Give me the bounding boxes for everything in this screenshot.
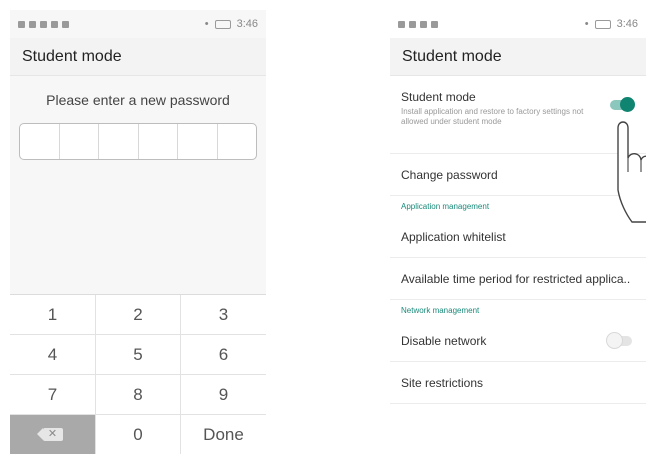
site-restrictions-row[interactable]: Site restrictions xyxy=(390,362,646,404)
change-password-row[interactable]: Change password xyxy=(390,154,646,196)
key-8[interactable]: 8 xyxy=(96,375,181,415)
section-header-application: Application management xyxy=(401,202,490,211)
battery-icon xyxy=(594,19,611,29)
settings-list: Student mode Install application and res… xyxy=(390,76,646,404)
key-4[interactable]: 4 xyxy=(10,335,96,375)
password-cell xyxy=(139,124,178,159)
vibrate-icon: • xyxy=(584,18,589,30)
password-cell xyxy=(99,124,139,159)
wifi-icon xyxy=(18,20,25,28)
alarm-icon xyxy=(431,20,438,28)
key-0[interactable]: 0 xyxy=(96,415,181,454)
disable-network-toggle[interactable] xyxy=(607,333,632,348)
site-restrictions-label: Site restrictions xyxy=(401,375,484,390)
numeric-keypad: 1 2 3 4 5 6 7 8 9 ✕ 0 Done xyxy=(10,294,266,454)
password-cell xyxy=(218,124,257,159)
time-period-label: Available time period for restricted app… xyxy=(401,271,631,286)
sim-icon xyxy=(420,20,427,28)
sim-icon xyxy=(51,20,58,28)
battery-icon xyxy=(214,19,231,29)
key-1[interactable]: 1 xyxy=(10,295,96,335)
password-prompt: Please enter a new password xyxy=(46,92,230,108)
vibrate-icon: • xyxy=(204,18,209,30)
password-input[interactable] xyxy=(19,123,257,160)
key-6[interactable]: 6 xyxy=(181,335,266,375)
notification-icon xyxy=(29,20,36,28)
wifi-icon xyxy=(398,20,405,28)
status-time: 3:46 xyxy=(616,18,638,30)
status-bar: • 3:46 xyxy=(390,10,646,38)
key-2[interactable]: 2 xyxy=(96,295,181,335)
key-9[interactable]: 9 xyxy=(181,375,266,415)
time-period-row[interactable]: Available time period for restricted app… xyxy=(390,258,646,300)
student-mode-toggle[interactable] xyxy=(610,97,635,112)
status-time: 3:46 xyxy=(236,18,258,30)
done-key[interactable]: Done xyxy=(181,415,266,454)
disable-network-label: Disable network xyxy=(401,333,487,348)
tap-hand-icon xyxy=(617,121,646,223)
backspace-icon: ✕ xyxy=(36,428,63,441)
student-mode-title: Student mode xyxy=(401,90,476,104)
key-3[interactable]: 3 xyxy=(181,295,266,335)
password-cell xyxy=(60,124,99,159)
student-mode-description: Install application and restore to facto… xyxy=(401,107,584,126)
app-whitelist-row[interactable]: Application whitelist xyxy=(390,216,646,258)
status-icons xyxy=(398,20,438,28)
toggle-knob xyxy=(607,333,622,348)
disable-network-row[interactable]: Disable network xyxy=(390,320,646,362)
app-whitelist-label: Application whitelist xyxy=(401,229,506,244)
password-cell xyxy=(178,124,218,159)
change-password-label: Change password xyxy=(401,167,498,182)
status-bar: • 3:46 xyxy=(10,10,266,38)
password-screen: • 3:46 Student mode Please enter a new p… xyxy=(10,10,266,454)
sim-icon xyxy=(409,20,416,28)
key-5[interactable]: 5 xyxy=(96,335,181,375)
delete-key[interactable]: ✕ xyxy=(10,415,96,454)
alarm-icon xyxy=(62,20,69,28)
settings-screen: • 3:46 Student mode Student mode Install… xyxy=(390,10,646,454)
password-cell xyxy=(20,124,60,159)
student-mode-row[interactable]: Student mode Install application and res… xyxy=(390,76,646,154)
status-icons xyxy=(18,20,69,28)
sim-icon xyxy=(40,20,47,28)
page-title: Student mode xyxy=(390,38,646,76)
page-title: Student mode xyxy=(10,38,266,76)
key-7[interactable]: 7 xyxy=(10,375,96,415)
section-header-network: Network management xyxy=(401,306,480,315)
